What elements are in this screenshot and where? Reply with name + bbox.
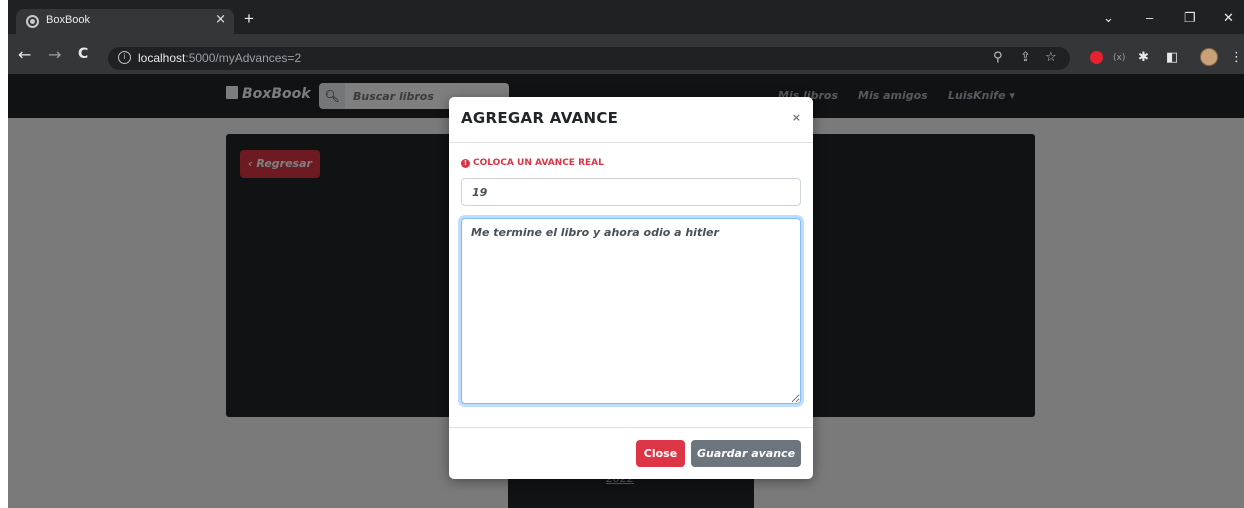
alert-icon: ! [461,159,470,168]
new-tab-button[interactable]: + [244,9,254,29]
modal-header: AGREGAR AVANCE × [449,97,813,143]
profile-avatar[interactable] [1200,48,1218,66]
browser-tab[interactable]: BoxBook × [16,9,234,34]
globe-icon [26,15,39,28]
close-icon[interactable]: × [792,111,801,124]
modal-title: AGREGAR AVANCE [461,109,619,127]
extension-counter-icon[interactable]: (x) [1113,53,1125,63]
tab-title: BoxBook [46,14,91,26]
url-text: localhost:5000/myAdvances=2 [138,51,302,65]
forward-arrow-icon[interactable]: → [48,45,61,64]
validation-alert: ! COLOCA UN AVANCE REAL [461,158,604,168]
extension-opera-icon[interactable] [1090,51,1103,64]
progress-input[interactable] [461,178,801,206]
tab-close-icon[interactable]: × [215,12,226,27]
address-bar[interactable]: i localhost:5000/myAdvances=2 ⚲ ⇪ ☆ [108,47,1070,70]
side-panel-icon[interactable]: ◧ [1166,50,1178,65]
extensions-puzzle-icon[interactable]: ✱ [1138,50,1149,65]
bookmark-star-icon[interactable]: ☆ [1045,50,1057,65]
menu-kebab-icon[interactable]: ⋮ [1230,50,1243,65]
back-arrow-icon[interactable]: ← [18,45,31,64]
minimize-button[interactable]: – [1146,10,1153,25]
reload-icon[interactable]: C [78,46,88,62]
share-icon[interactable]: ⇪ [1020,50,1031,65]
window-close-button[interactable]: ✕ [1223,10,1234,26]
restore-button[interactable]: ❐ [1184,10,1196,26]
zoom-icon[interactable]: ⚲ [993,50,1003,65]
add-progress-modal: AGREGAR AVANCE × ! COLOCA UN AVANCE REAL … [449,97,813,479]
comment-textarea[interactable]: Me termine el libro y ahora odio a hitle… [461,218,801,404]
tab-strip: BoxBook × + ⌄ – ❐ ✕ [8,0,1244,34]
tab-search-icon[interactable]: ⌄ [1103,10,1114,26]
close-button[interactable]: Close [636,440,685,467]
info-icon[interactable]: i [118,51,131,64]
save-progress-button[interactable]: Guardar avance [691,440,801,467]
modal-footer: Close Guardar avance [449,427,813,479]
